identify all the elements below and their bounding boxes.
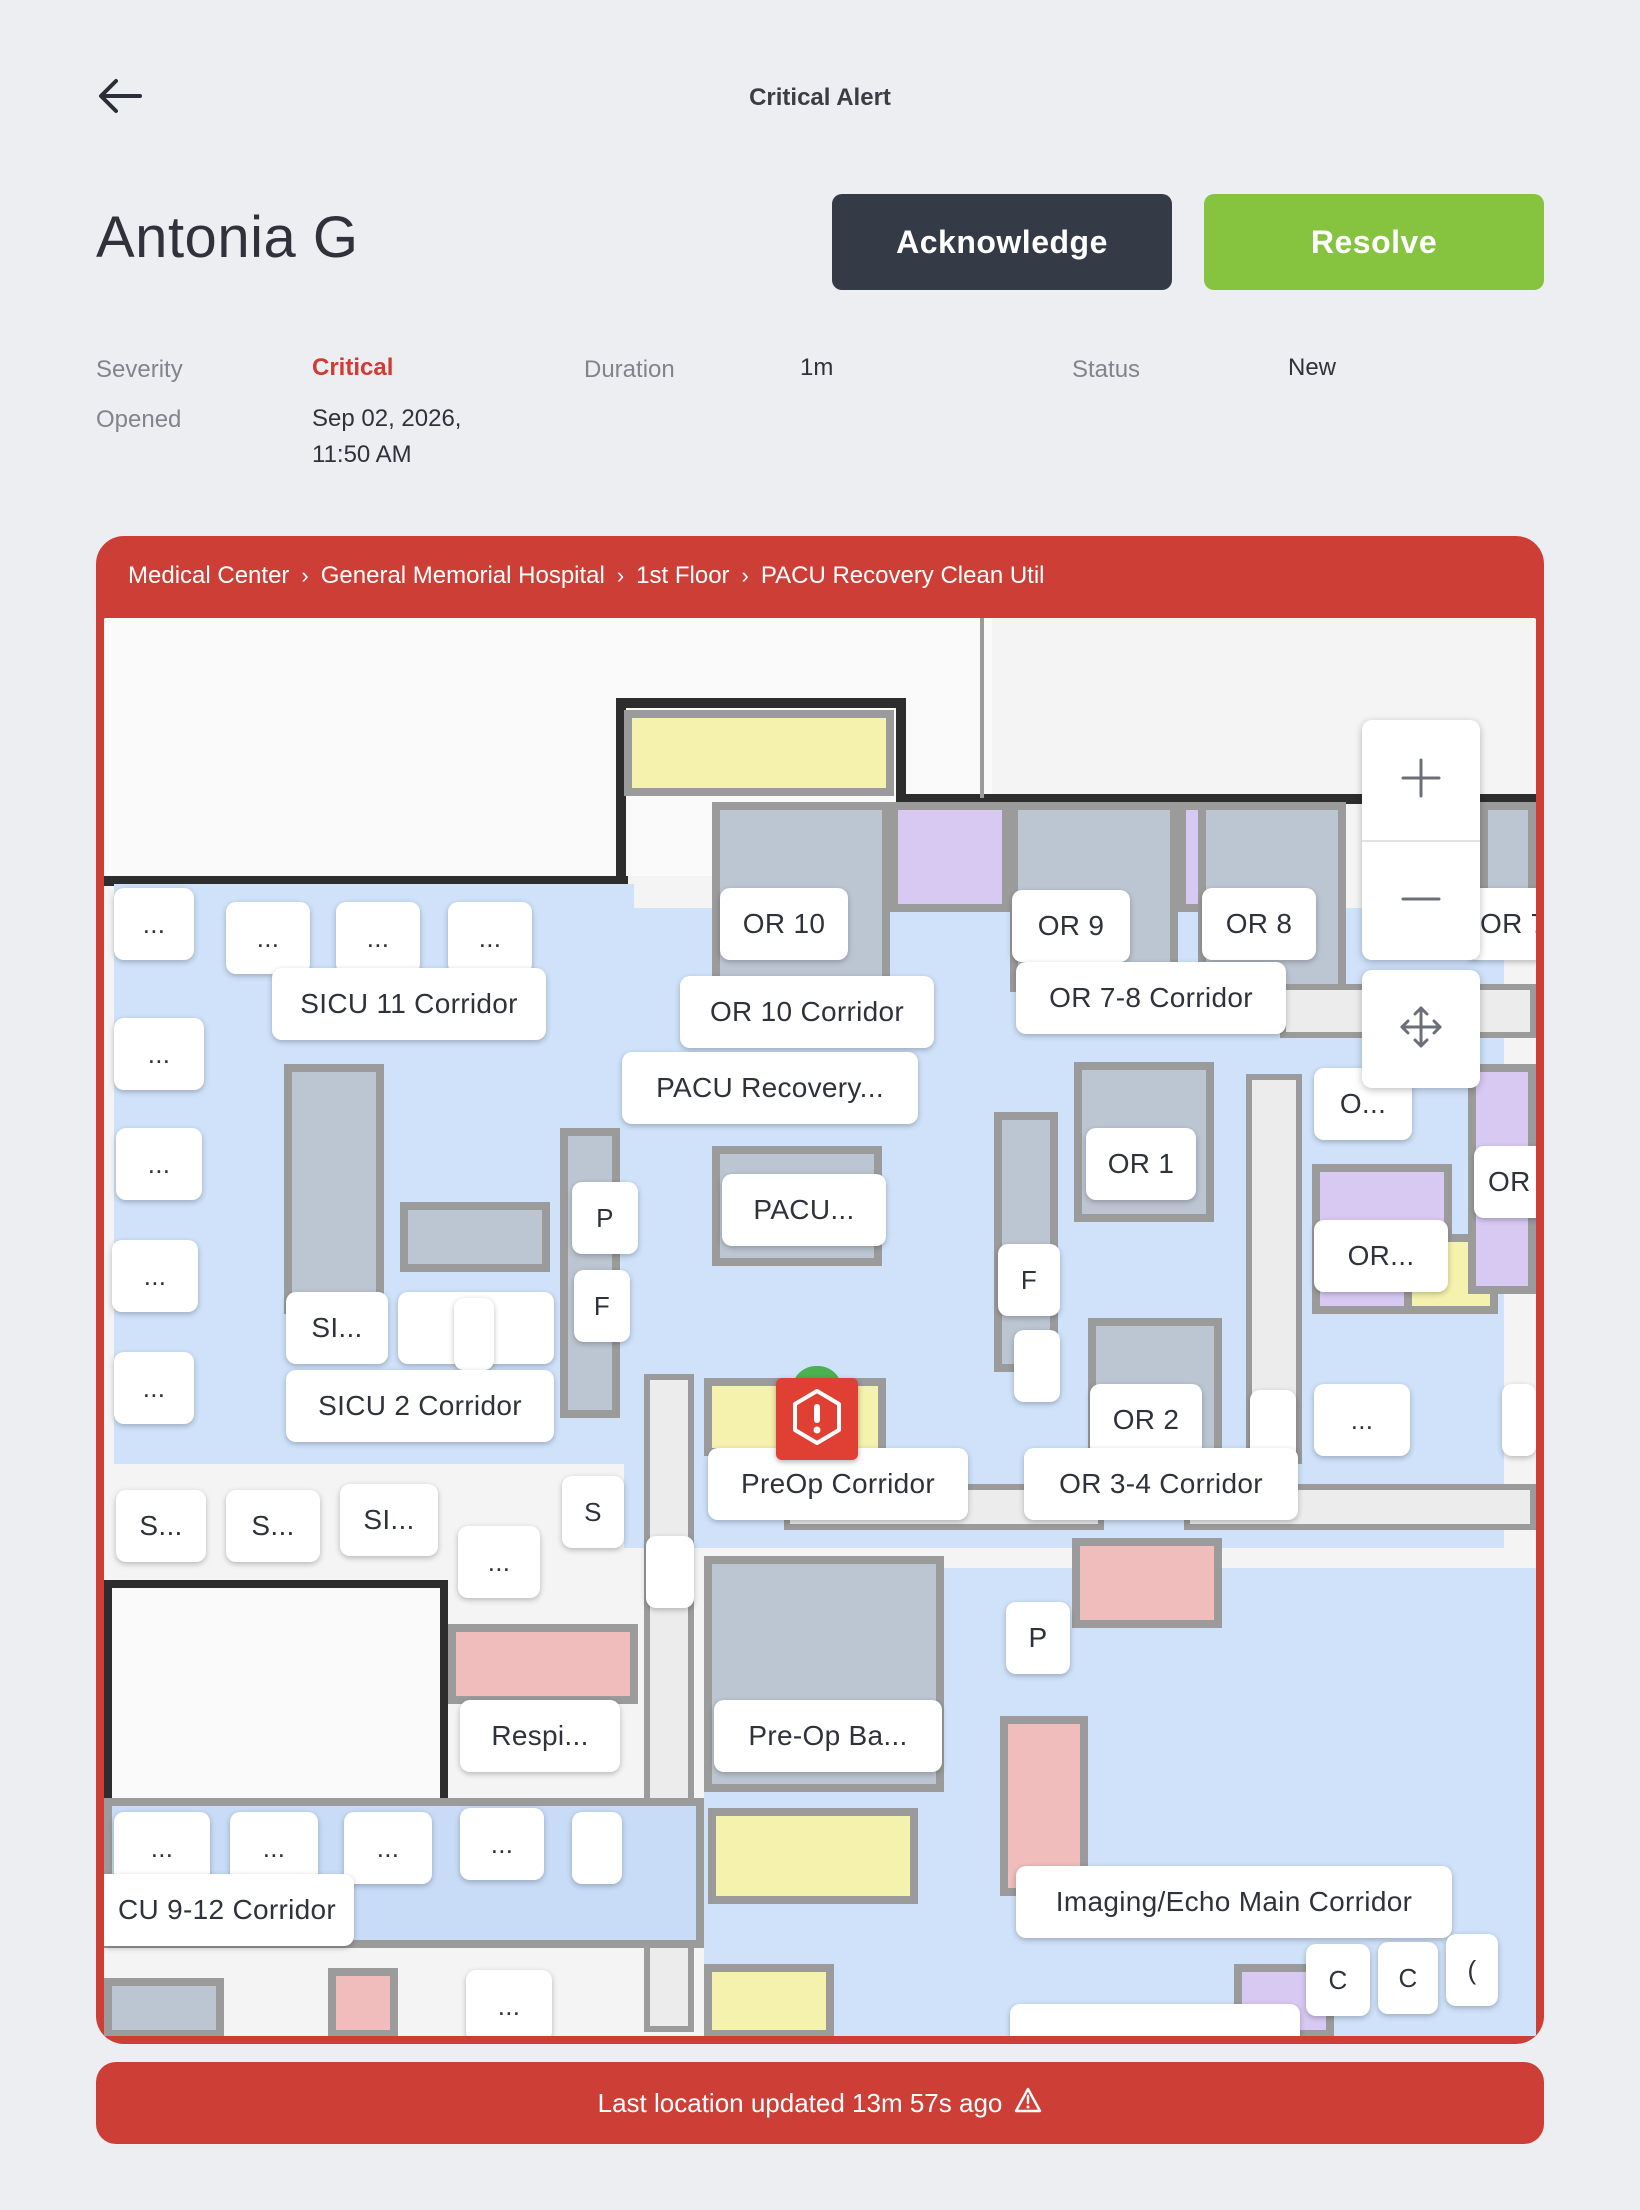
room-label[interactable] bbox=[572, 1812, 622, 1884]
map-room bbox=[284, 1064, 384, 1314]
acknowledge-button[interactable]: Acknowledge bbox=[832, 194, 1172, 290]
room-label[interactable]: ... bbox=[458, 1526, 540, 1598]
status-label: Status bbox=[1072, 356, 1141, 383]
room-label[interactable]: F bbox=[998, 1244, 1060, 1316]
breadcrumb: Medical Center › General Memorial Hospit… bbox=[128, 562, 1045, 590]
pan-button[interactable] bbox=[1362, 970, 1480, 1088]
map-room bbox=[890, 802, 1010, 912]
room-label-imaging-corridor[interactable]: Imaging/Echo Main Corridor bbox=[1016, 1866, 1452, 1938]
room-label-preop-bay[interactable]: Pre-Op Ba... bbox=[714, 1700, 942, 1772]
location-status-bar: Last location updated 13m 57s ago bbox=[96, 2062, 1544, 2144]
room-label-pacu[interactable]: PACU... bbox=[722, 1174, 886, 1246]
room-label[interactable]: C bbox=[1378, 1942, 1438, 2014]
room-label-or8[interactable]: OR 8 bbox=[1202, 888, 1316, 960]
room-label[interactable]: ( bbox=[1446, 1934, 1498, 2006]
room-label[interactable]: S bbox=[562, 1476, 624, 1548]
location-map-card: Medical Center › General Memorial Hospit… bbox=[96, 536, 1544, 2044]
breadcrumb-item[interactable]: PACU Recovery Clean Util bbox=[761, 562, 1045, 590]
alert-octagon-icon bbox=[787, 1387, 847, 1452]
room-label-or2[interactable]: OR 2 bbox=[1090, 1384, 1202, 1456]
duration-value: 1m bbox=[800, 354, 834, 381]
zoom-control bbox=[1362, 720, 1480, 960]
warning-triangle-icon bbox=[1014, 2087, 1042, 2120]
floor-plan-map[interactable]: ... ... ... ... SICU 11 Corridor OR 10 O… bbox=[104, 618, 1536, 2036]
room-label-or1[interactable]: OR 1 bbox=[1086, 1128, 1196, 1200]
room-label[interactable]: ... bbox=[114, 1018, 204, 1090]
room-label[interactable]: ... bbox=[336, 902, 420, 974]
room-label[interactable]: F bbox=[574, 1270, 630, 1342]
move-arrows-icon bbox=[1398, 1004, 1444, 1055]
map-room bbox=[328, 1968, 398, 2036]
room-label-pacu-recovery[interactable]: PACU Recovery... bbox=[622, 1052, 918, 1124]
chevron-right-icon: › bbox=[616, 563, 625, 588]
duration-label: Duration bbox=[584, 356, 675, 383]
room-label-sicu2-corridor[interactable]: SICU 2 Corridor bbox=[286, 1370, 554, 1442]
map-wall bbox=[616, 698, 906, 708]
room-label[interactable]: ... bbox=[1314, 1384, 1410, 1456]
status-value: New bbox=[1288, 354, 1337, 381]
room-label[interactable] bbox=[646, 1536, 694, 1608]
zoom-out-button[interactable] bbox=[1362, 840, 1480, 960]
room-label-or10[interactable]: OR 10 bbox=[720, 888, 848, 960]
room-label[interactable]: OR... bbox=[1314, 1220, 1448, 1292]
map-room bbox=[104, 1978, 224, 2036]
map-room bbox=[708, 1808, 918, 1904]
zoom-in-button[interactable] bbox=[1362, 720, 1480, 840]
opened-label: Opened bbox=[96, 406, 182, 433]
map-room bbox=[104, 1580, 448, 1812]
room-label-sicu11-corridor[interactable]: SICU 11 Corridor bbox=[272, 968, 546, 1040]
minus-icon bbox=[1399, 877, 1443, 926]
room-label[interactable] bbox=[1014, 1330, 1060, 1402]
room-label-or9[interactable]: OR 9 bbox=[1012, 890, 1130, 962]
resolve-button[interactable]: Resolve bbox=[1204, 194, 1544, 290]
room-label[interactable]: ... bbox=[226, 902, 310, 974]
location-status-text: Last location updated 13m 57s ago bbox=[597, 2087, 1003, 2118]
map-room bbox=[448, 1624, 638, 1704]
room-label[interactable]: P bbox=[572, 1182, 638, 1254]
map-room bbox=[1072, 1538, 1222, 1628]
room-label[interactable]: S... bbox=[116, 1490, 206, 1562]
room-label[interactable]: ... bbox=[116, 1128, 202, 1200]
plus-icon bbox=[1399, 756, 1443, 805]
room-label[interactable] bbox=[1502, 1384, 1536, 1456]
opened-date: Sep 02, 2026, bbox=[312, 405, 462, 432]
room-label[interactable]: OR bbox=[1474, 1146, 1536, 1218]
room-label[interactable]: S... bbox=[226, 1490, 320, 1562]
map-wall bbox=[896, 698, 906, 804]
severity-value: Critical bbox=[312, 354, 394, 381]
header: Critical Alert bbox=[0, 0, 1640, 190]
room-label[interactable] bbox=[454, 1298, 494, 1370]
room-label[interactable]: ... bbox=[112, 1240, 198, 1312]
room-label[interactable]: ... bbox=[460, 1808, 544, 1880]
room-label[interactable]: ... bbox=[448, 902, 532, 974]
page-title: Critical Alert bbox=[749, 84, 891, 111]
room-label[interactable]: ... bbox=[344, 1812, 432, 1884]
chevron-right-icon: › bbox=[741, 563, 749, 588]
room-label[interactable]: ... bbox=[114, 888, 194, 960]
room-label-cu912-corridor[interactable]: CU 9-12 Corridor bbox=[104, 1874, 354, 1946]
room-label[interactable]: P bbox=[1006, 1602, 1070, 1674]
breadcrumb-item[interactable]: General Memorial Hospital bbox=[321, 562, 605, 590]
room-label-or78-corridor[interactable]: OR 7-8 Corridor bbox=[1016, 962, 1286, 1034]
breadcrumb-item[interactable]: 1st Floor bbox=[636, 562, 729, 590]
opened-time: 11:50 AM bbox=[312, 441, 412, 468]
room-label[interactable]: SI... bbox=[286, 1292, 388, 1364]
room-label[interactable]: ... bbox=[466, 1970, 552, 2036]
alert-location-marker[interactable] bbox=[776, 1378, 858, 1460]
chevron-right-icon: › bbox=[301, 563, 309, 588]
breadcrumb-item[interactable]: Medical Center bbox=[128, 562, 289, 590]
room-label-or34-corridor[interactable]: OR 3-4 Corridor bbox=[1024, 1448, 1298, 1520]
map-room bbox=[704, 1964, 834, 2036]
map-wall bbox=[980, 618, 984, 798]
room-label[interactable]: SI... bbox=[340, 1484, 438, 1556]
room-label[interactable] bbox=[1010, 2004, 1300, 2036]
room-label-or10-corridor[interactable]: OR 10 Corridor bbox=[680, 976, 934, 1048]
room-label[interactable]: C bbox=[1306, 1944, 1370, 2016]
map-room bbox=[400, 1202, 550, 1272]
map-room bbox=[624, 710, 894, 796]
severity-label: Severity bbox=[96, 356, 183, 383]
room-label[interactable]: ... bbox=[114, 1352, 194, 1424]
patient-name: Antonia G bbox=[96, 205, 359, 270]
room-label-respi[interactable]: Respi... bbox=[460, 1700, 620, 1772]
